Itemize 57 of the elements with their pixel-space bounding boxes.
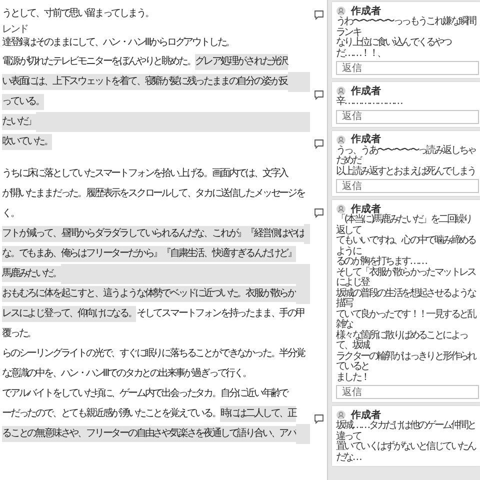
document-text: 吹いていた。 xyxy=(2,134,52,150)
user-icon xyxy=(336,6,346,16)
user-icon xyxy=(336,410,346,420)
comment-text: 様々な箇所に散りばめることによって、坂城 xyxy=(336,330,468,351)
comment-text: 「(本当に)馬鹿みたいだ」を二回繰り返して xyxy=(336,215,472,236)
document-text: 馬鹿みたいだ。 xyxy=(2,266,61,282)
document-text: く。 xyxy=(2,207,19,221)
document-text: でアルバイトをしていた頃に、ゲーム内で出会ったタカ。自分に近い年齢で xyxy=(2,386,288,401)
comment-author: 作成者 xyxy=(351,134,381,145)
comment-text: るのが胸を打ちます…… xyxy=(336,257,428,267)
comment-text: ラクターの輪郭がはっきりと形作られていると xyxy=(336,352,477,372)
document-text: 時には二人して、正 xyxy=(220,406,296,422)
comment-text: ました！ xyxy=(336,372,370,383)
user-icon xyxy=(336,86,346,96)
comment-icon[interactable] xyxy=(314,414,324,424)
comment-text: 置いていくはずがないと信じていたんだな… xyxy=(336,442,477,463)
document-text: が開いたままだった。履歴表示をスクロールして、タカに送信したメッセージを xyxy=(2,186,304,201)
comment-text: 以上読み返すとおまえは死んでしまう xyxy=(336,166,476,177)
document-text: な。でもまあ、俺らはフリーターだから』『自粛生活、快適すぎるんだけど』 xyxy=(2,246,296,262)
reply-field[interactable]: 返信 xyxy=(336,385,479,399)
comment-text: 坂城の普段の生活を想起させるような描写 xyxy=(336,288,477,309)
document-text: 電源が切れたテレビモニターをぼんやりと眺めた。 xyxy=(2,54,196,69)
document-text: 覆った。 xyxy=(2,327,36,341)
comment-text: なり上位に食い込んでくるやつだ……！！、 xyxy=(336,38,452,59)
reply-field[interactable]: 返信 xyxy=(336,179,479,193)
document-text: レスによじ登って、仰向けになる。 xyxy=(2,306,136,322)
user-icon xyxy=(336,134,346,144)
document-text: い表面には、上下スウェットを着て、寝癖が髪に残ったままの自分の姿が反 xyxy=(2,74,288,90)
comment-text: うわ〜〜〜〜〜っっもうこれ嫌な瞬間ランキ xyxy=(336,17,477,38)
comment-icon[interactable] xyxy=(314,90,324,100)
document-text: うとして、寸前で思い留まってしまう。 xyxy=(2,6,154,21)
comment-author: 作成者 xyxy=(351,204,381,214)
document-text: ーだったので、とても親近感が湧いたことを覚えている。 xyxy=(2,406,220,421)
ruby-text: レンド xyxy=(2,25,28,35)
document-text: そしてスマートフォンを持ったまま、手の甲 xyxy=(136,306,304,321)
comment-icon[interactable] xyxy=(314,10,324,20)
document-text: たいだ」 xyxy=(2,114,36,130)
comment-author: 作成者 xyxy=(351,6,381,16)
document-text: 達登録はそのままにして、ハン・ハンⅢからログアウトした。 xyxy=(2,36,234,50)
comment-text: 辛………………… xyxy=(336,97,404,108)
user-icon xyxy=(336,204,346,214)
comment-text: そして「衣服が散らかったマットレスによじ登 xyxy=(336,268,477,288)
comment-text: うっ、うあ〜〜〜〜〜っ読み返しちゃだめだ xyxy=(336,146,477,166)
document-text: うちに床に落としていたスマートフォンを拾い上げる。画面内では、文字入 xyxy=(2,166,288,181)
document-text: っている。 xyxy=(2,94,44,110)
comment-text: 坂城……タカだけは他のゲーム仲間と違って xyxy=(336,421,476,442)
comment-text: ていて良かったです！！一見すると乱雑な xyxy=(336,310,477,330)
comment-author: 作成者 xyxy=(351,86,381,96)
document-text: らのシーリングライトの光で、すぐに眠りに落ちることができなかった。半分覚 xyxy=(2,346,304,361)
reply-field[interactable]: 返信 xyxy=(336,61,479,75)
comment-author: 作成者 xyxy=(351,410,381,420)
comment-icon[interactable] xyxy=(314,208,324,218)
document-text: グレア処理がされた光沢 xyxy=(195,54,288,70)
comment-text: てもいいですね、心の中で噛み締めるように xyxy=(336,236,477,256)
document-text: な意識の中を、ハン・ハンⅢでのタカとの出来事が過ぎって行く。 xyxy=(2,366,251,381)
reply-field[interactable]: 返信 xyxy=(336,110,479,124)
comment-icon[interactable] xyxy=(314,138,324,148)
